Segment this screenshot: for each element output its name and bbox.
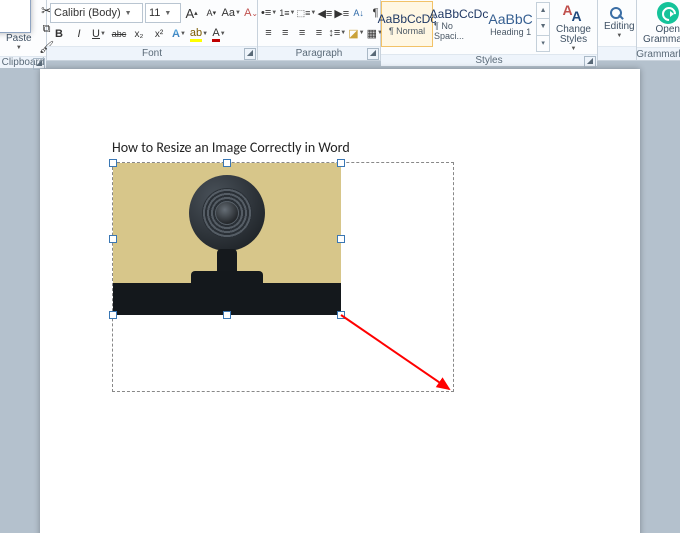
grammarly-icon (657, 2, 679, 24)
shrink-font-button[interactable]: A▾ (202, 4, 220, 22)
dialog-launcher-icon[interactable]: ◢ (367, 48, 379, 60)
numbering-button[interactable]: 1≡▼ (279, 4, 295, 22)
change-styles-icon (562, 2, 584, 24)
paste-button[interactable]: Paste ▼ (0, 0, 38, 56)
ribbon: Paste ▼ ✂ ⧉ 🖌 Clipboard◢ Calibri (Body)▼… (0, 0, 680, 61)
text-effects-icon: A (172, 28, 180, 40)
resize-handle-nw[interactable] (109, 159, 117, 167)
chevron-down-icon: ▼ (616, 33, 622, 39)
group-label-paragraph: Paragraph◢ (258, 46, 380, 60)
italic-button[interactable]: I (70, 25, 88, 43)
align-right-button[interactable]: ≡ (295, 24, 310, 42)
bullets-icon: •≡ (261, 7, 271, 19)
style-heading-1[interactable]: AaBbC Heading 1 (485, 1, 536, 47)
font-color-icon: A (212, 27, 219, 42)
chevron-down-icon: ▼ (164, 10, 171, 17)
resize-handle-w[interactable] (109, 235, 117, 243)
group-label-editing (598, 46, 636, 60)
font-color-button[interactable]: A▼ (210, 25, 228, 43)
increase-indent-button[interactable]: ▶≡ (334, 4, 349, 22)
strikethrough-button[interactable]: abc (110, 25, 128, 43)
multilevel-icon: ⬚≡ (297, 8, 311, 19)
shading-button[interactable]: ◪▼ (348, 24, 364, 42)
resize-handle-s[interactable] (223, 311, 231, 319)
group-editing: Editing ▼ (598, 0, 637, 60)
numbering-icon: 1≡ (279, 8, 289, 18)
bold-button[interactable]: B (50, 25, 68, 43)
editing-button[interactable]: Editing ▼ (598, 0, 641, 46)
document-page[interactable]: How to Resize an Image Correctly in Word (40, 69, 640, 533)
grow-font-button[interactable]: A▴ (183, 4, 201, 22)
text-effects-button[interactable]: A▼ (170, 25, 188, 43)
change-styles-button[interactable]: Change Styles ▼ (550, 0, 597, 54)
resize-handle-e[interactable] (337, 235, 345, 243)
paste-label: Paste (6, 34, 32, 44)
group-font: Calibri (Body)▼ 11▼ A▴ A▾ Aa▼ A⌄ B I U▼ … (47, 0, 258, 60)
font-size-select[interactable]: 11▼ (145, 3, 181, 23)
paint-bucket-icon: ◪ (348, 27, 358, 40)
chevron-down-icon: ▼ (125, 10, 132, 17)
dialog-launcher-icon[interactable]: ◢ (244, 48, 256, 60)
group-label-styles: Styles◢ (381, 54, 597, 66)
justify-button[interactable]: ≡ (312, 24, 327, 42)
style-no-spacing[interactable]: AaBbCcDc ¶ No Spaci... (433, 1, 485, 47)
indent-icon: ▶≡ (334, 7, 349, 20)
subscript-button[interactable]: x₂ (130, 25, 148, 43)
change-case-button[interactable]: Aa▼ (222, 4, 240, 22)
chevron-down-icon: ▼ (571, 46, 577, 52)
document-workspace[interactable]: How to Resize an Image Correctly in Word (0, 61, 680, 533)
group-label-grammarly: Grammarly (637, 47, 680, 60)
group-clipboard: Paste ▼ ✂ ⧉ 🖌 Clipboard◢ (0, 0, 47, 60)
webcam-photo (113, 163, 341, 315)
clipboard-icon (7, 5, 31, 33)
resize-handle-n[interactable] (223, 159, 231, 167)
eraser-icon: A (244, 7, 251, 19)
resize-handle-sw[interactable] (109, 311, 117, 319)
group-paragraph: •≡▼ 1≡▼ ⬚≡▼ ◀≡ ▶≡ A↓ ¶ ≡ ≡ ≡ ≡ ↕≡▼ ◪▼ ▦▼… (258, 0, 381, 60)
chevron-down-icon: ▼ (16, 45, 22, 51)
open-grammarly-button[interactable]: Open Grammarly (637, 0, 680, 47)
align-center-icon: ≡ (282, 27, 288, 39)
style-normal[interactable]: AaBbCcDc ¶ Normal (381, 1, 433, 47)
align-left-button[interactable]: ≡ (261, 24, 276, 42)
group-label-font: Font◢ (47, 46, 257, 60)
borders-icon: ▦ (367, 27, 377, 40)
font-family-select[interactable]: Calibri (Body)▼ (50, 3, 143, 23)
group-styles: AaBbCcDc ¶ Normal AaBbCcDc ¶ No Spaci...… (381, 0, 598, 60)
justify-icon: ≡ (316, 27, 322, 39)
bullets-button[interactable]: •≡▼ (261, 4, 277, 22)
resize-handle-ne[interactable] (337, 159, 345, 167)
style-gallery-scroll[interactable]: ▲▼▾ (536, 2, 550, 52)
dialog-launcher-icon[interactable]: ◢ (584, 56, 596, 68)
find-icon (608, 7, 630, 21)
decrease-indent-button[interactable]: ◀≡ (317, 4, 332, 22)
align-left-icon: ≡ (265, 27, 271, 39)
line-spacing-button[interactable]: ↕≡▼ (328, 24, 346, 42)
highlight-button[interactable]: ab▼ (190, 25, 208, 43)
sort-button[interactable]: A↓ (351, 4, 366, 22)
outdent-icon: ◀≡ (317, 7, 332, 20)
align-right-icon: ≡ (299, 27, 305, 39)
superscript-button[interactable]: x² (150, 25, 168, 43)
group-label-clipboard: Clipboard◢ (0, 56, 46, 68)
highlight-icon: ab (190, 27, 202, 42)
resize-arrow-annotation (341, 315, 459, 395)
inserted-image[interactable] (113, 163, 341, 315)
group-grammarly: Open Grammarly Grammarly (637, 0, 680, 60)
underline-button[interactable]: U▼ (90, 25, 108, 43)
document-heading: How to Resize an Image Correctly in Word (112, 139, 568, 156)
resize-selection-box[interactable] (112, 162, 454, 392)
line-spacing-icon: ↕≡ (328, 27, 340, 39)
sort-icon: A↓ (353, 8, 364, 18)
multilevel-button[interactable]: ⬚≡▼ (297, 4, 315, 22)
align-center-button[interactable]: ≡ (278, 24, 293, 42)
